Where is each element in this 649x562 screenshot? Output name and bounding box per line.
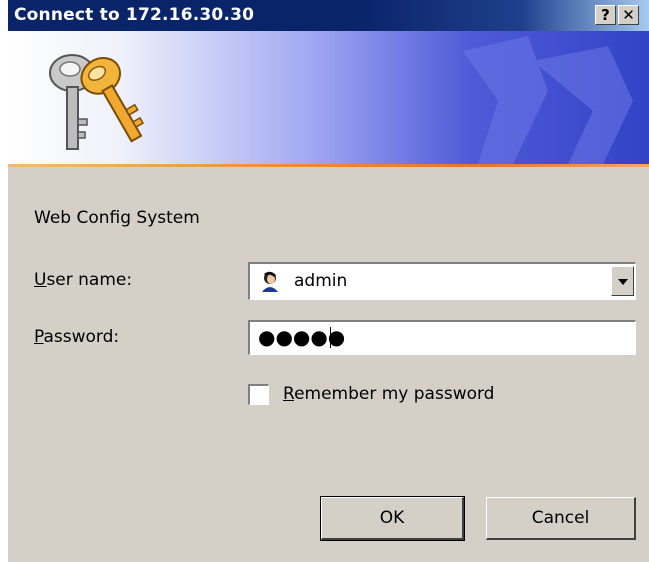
password-field[interactable]: ●●●●● (248, 320, 636, 355)
password-label-rest: assword: (43, 327, 120, 347)
remember-label-accel: R (283, 384, 295, 404)
help-button[interactable]: ? (595, 5, 616, 25)
password-label: Password: (34, 327, 119, 347)
window-title: Connect to 172.16.30.30 (14, 5, 255, 25)
password-label-accel: P (34, 327, 44, 347)
username-label-accel: U (34, 270, 47, 290)
banner-divider (8, 164, 649, 167)
username-value: admin (294, 271, 348, 291)
remember-password-checkbox[interactable] (248, 384, 269, 405)
cancel-button[interactable]: Cancel (486, 497, 636, 540)
keys-icon (49, 54, 145, 150)
username-label-rest: ser name: (46, 270, 133, 290)
remember-password-label[interactable]: Remember my password (283, 384, 494, 404)
password-value: ●●●●● (258, 325, 346, 349)
title-bar[interactable]: Connect to 172.16.30.30 ? ✕ (8, 0, 649, 31)
ok-button[interactable]: OK (320, 496, 465, 541)
user-icon (262, 271, 278, 292)
username-label: User name: (34, 270, 132, 290)
remember-label-rest: emember my password (294, 384, 495, 404)
username-dropdown-button[interactable] (611, 266, 634, 296)
chevron-down-icon (618, 279, 628, 285)
text-caret (330, 327, 331, 348)
dialog-heading: Web Config System (34, 208, 200, 228)
login-dialog: Connect to 172.16.30.30 ? ✕ Web Config S… (8, 0, 649, 562)
username-combobox[interactable]: admin (248, 262, 636, 300)
close-button[interactable]: ✕ (618, 5, 639, 25)
header-banner (8, 31, 649, 164)
